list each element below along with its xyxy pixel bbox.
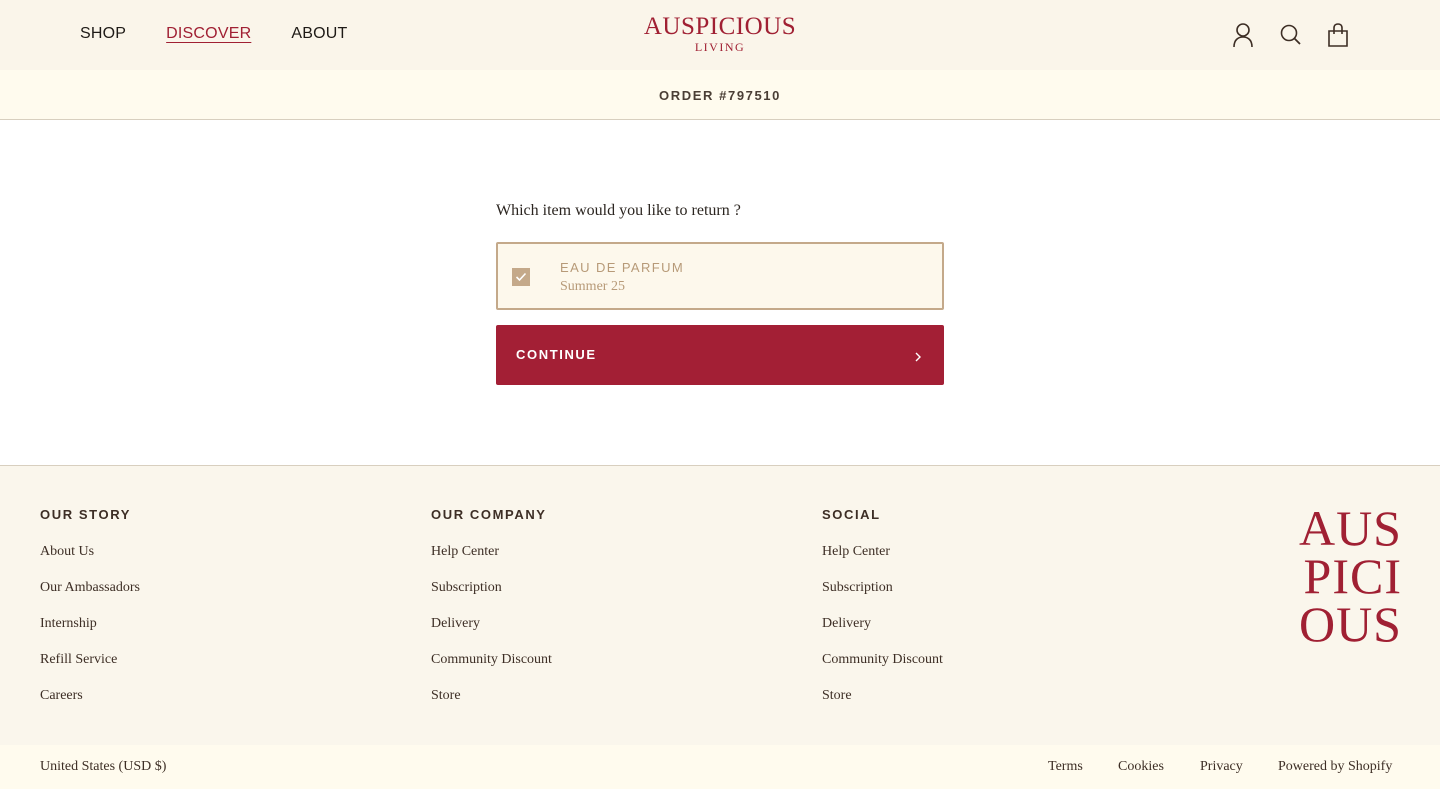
footer-link-subscription[interactable]: Subscription [822, 580, 943, 616]
footer-column-social: SOCIAL Help Center Subscription Delivery… [822, 507, 943, 724]
footer-column-title: OUR STORY [40, 507, 131, 522]
footer-logo-line: PICI [1303, 548, 1402, 604]
terms-link[interactable]: Terms [1048, 759, 1083, 775]
footer-link-internship[interactable]: Internship [40, 616, 140, 652]
footer-link-store[interactable]: Store [431, 688, 552, 724]
footer-logo: AUS PICI OUS [1288, 500, 1402, 652]
footer-column-our-story: OUR STORY About Us Our Ambassadors Inter… [40, 507, 140, 724]
footer-link-store[interactable]: Store [822, 688, 943, 724]
footer-link-delivery[interactable]: Delivery [431, 616, 552, 652]
footer-link-help-center[interactable]: Help Center [431, 544, 552, 580]
footer-link-about-us[interactable]: About Us [40, 544, 140, 580]
footer-link-community-discount[interactable]: Community Discount [431, 652, 552, 688]
cookies-link[interactable]: Cookies [1118, 759, 1164, 775]
powered-by-shopify-link[interactable]: Powered by Shopify [1278, 759, 1392, 775]
return-question: Which item would you like to return ? [496, 202, 741, 219]
footer-link-help-center[interactable]: Help Center [822, 544, 943, 580]
footer-link-subscription[interactable]: Subscription [431, 580, 552, 616]
footer-column-title: SOCIAL [822, 507, 881, 522]
country-selector[interactable]: United States (USD $) [40, 759, 166, 775]
footer-link-delivery[interactable]: Delivery [822, 616, 943, 652]
continue-button[interactable]: CONTINUE [496, 325, 944, 385]
footer-column-our-company: OUR COMPANY Help Center Subscription Del… [431, 507, 552, 724]
item-checkbox[interactable] [512, 268, 530, 286]
site-header: SHOP DISCOVER ABOUT AUSPICIOUS LIVING [0, 0, 1440, 70]
footer-link-community-discount[interactable]: Community Discount [822, 652, 943, 688]
logo-line-2: LIVING [694, 40, 746, 54]
privacy-link[interactable]: Privacy [1200, 759, 1243, 775]
search-icon[interactable] [1279, 22, 1303, 48]
return-item-option[interactable]: EAU DE PARFUM Summer 25 [496, 242, 944, 310]
checkmark-icon [515, 272, 527, 282]
order-number: ORDER #797510 [659, 88, 781, 103]
brand-logo[interactable]: AUSPICIOUS LIVING [0, 13, 1440, 53]
site-footer: OUR STORY About Us Our Ambassadors Inter… [0, 465, 1440, 745]
order-bar: ORDER #797510 [0, 70, 1440, 120]
footer-link-refill-service[interactable]: Refill Service [40, 652, 140, 688]
footer-logo-line: AUS [1298, 500, 1402, 556]
chevron-right-icon [913, 350, 923, 362]
footer-bottom-bar: United States (USD $) Terms Cookies Priv… [0, 745, 1440, 789]
continue-label: CONTINUE [516, 347, 597, 362]
footer-link-ambassadors[interactable]: Our Ambassadors [40, 580, 140, 616]
footer-link-careers[interactable]: Careers [40, 688, 140, 724]
account-icon[interactable] [1232, 22, 1256, 48]
footer-column-title: OUR COMPANY [431, 507, 547, 522]
logo-line-1: AUSPICIOUS [643, 13, 797, 40]
footer-logo-line: OUS [1298, 596, 1402, 652]
item-subtitle: Summer 25 [560, 279, 625, 294]
item-title: EAU DE PARFUM [560, 260, 685, 275]
header-icons [1232, 22, 1350, 48]
cart-icon[interactable] [1326, 22, 1350, 48]
